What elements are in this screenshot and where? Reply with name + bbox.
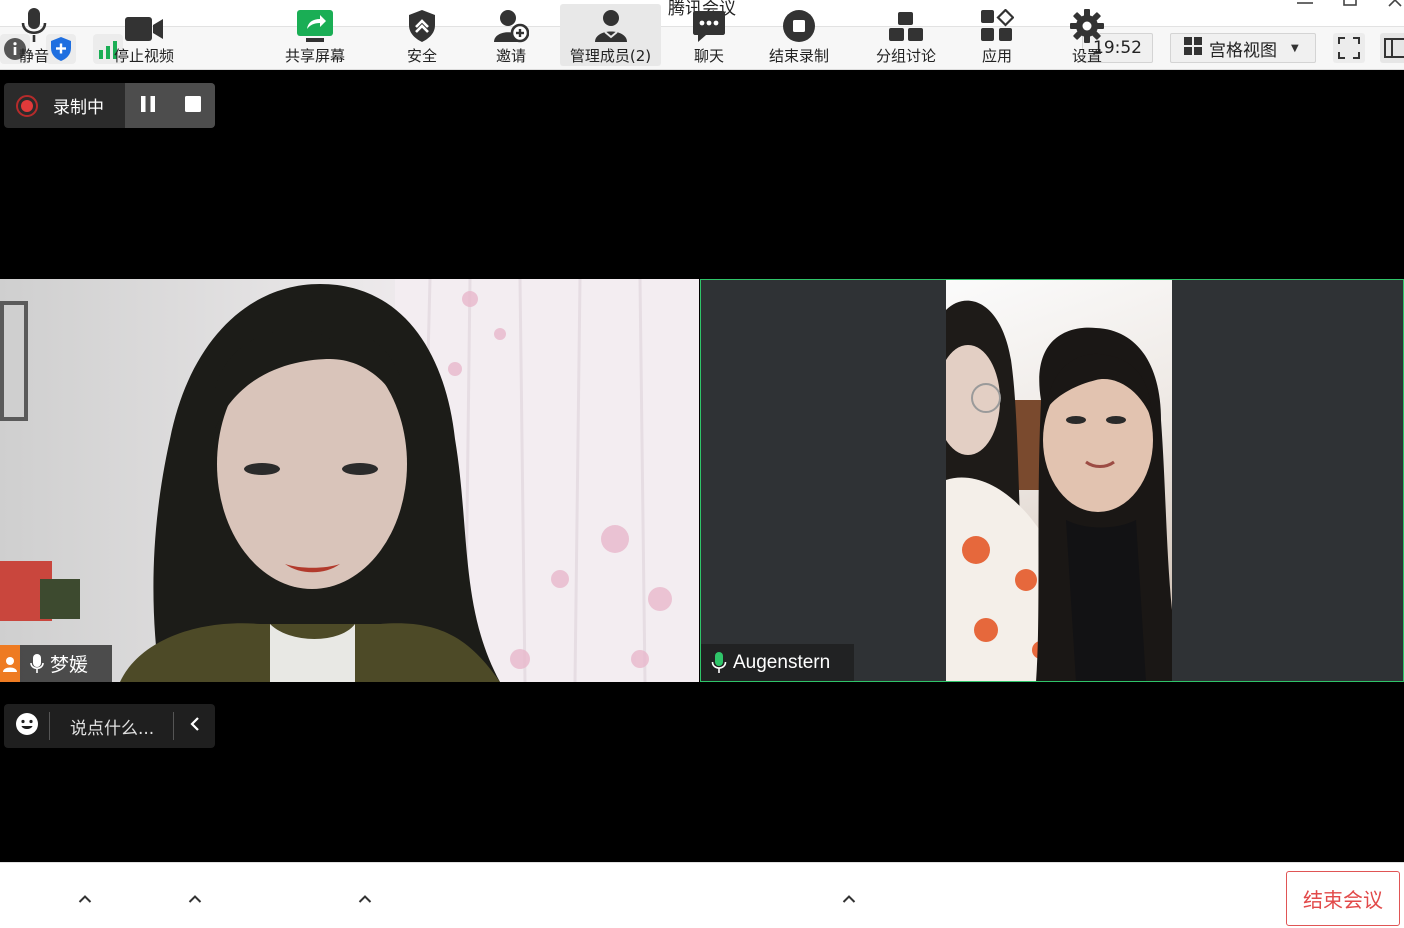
microphone-on-icon xyxy=(711,651,727,674)
chevron-up-icon xyxy=(78,889,92,908)
invite-user-icon xyxy=(493,4,529,43)
participant-nametag-host: 梦媛 xyxy=(0,645,113,682)
video-tile-participant[interactable]: Augenstern xyxy=(700,279,1404,682)
chevron-up-icon xyxy=(842,889,856,908)
chevron-up-icon xyxy=(358,889,372,908)
participant-nametag: Augenstern xyxy=(701,644,855,681)
end-recording-label: 结束录制 xyxy=(768,47,829,65)
mute-label: 静音 xyxy=(18,47,49,65)
settings-gear-icon xyxy=(1070,4,1104,43)
close-icon[interactable] xyxy=(1380,0,1404,15)
manage-members-label: 管理成员(2) xyxy=(569,47,652,65)
settings-button[interactable]: 设置 xyxy=(1062,4,1112,66)
pause-recording-button[interactable] xyxy=(134,92,162,120)
security-button[interactable]: 安全 xyxy=(398,4,446,66)
participant-video-feed xyxy=(0,279,699,682)
apps-icon xyxy=(980,4,1014,43)
breakout-rooms-label: 分组讨论 xyxy=(875,47,936,65)
video-camera-icon xyxy=(124,4,164,43)
security-shield-icon xyxy=(407,4,437,43)
members-icon xyxy=(593,4,629,43)
side-panel-icon[interactable] xyxy=(1380,33,1404,63)
meeting-toolbar xyxy=(0,862,1404,928)
manage-members-button[interactable]: 管理成员(2) xyxy=(560,4,661,66)
meeting-window: 腾讯会议 19:52 宫格视图 ▼ 录制中 梦媛 Augenstern 说点什么… xyxy=(0,0,1404,928)
security-label: 安全 xyxy=(406,47,437,65)
end-meeting-button[interactable]: 结束会议 xyxy=(1286,871,1400,926)
microphone-icon xyxy=(20,4,48,43)
participant-name: Augenstern xyxy=(733,651,831,673)
mute-button[interactable]: 静音 xyxy=(6,4,62,66)
collapse-chat-button[interactable] xyxy=(173,712,215,740)
stop-video-label: 停止视频 xyxy=(113,47,174,65)
stop-record-icon xyxy=(782,4,816,43)
emoji-button[interactable] xyxy=(4,712,50,740)
fullscreen-icon[interactable] xyxy=(1333,33,1365,63)
chat-label: 聊天 xyxy=(693,47,724,65)
end-recording-button[interactable]: 结束录制 xyxy=(763,4,835,66)
apps-label: 应用 xyxy=(981,47,1012,65)
host-badge-icon xyxy=(0,645,20,682)
chevron-up-icon xyxy=(188,889,202,908)
pause-icon xyxy=(138,94,158,118)
breakout-rooms-icon xyxy=(888,4,924,43)
view-mode-dropdown[interactable]: 宫格视图 ▼ xyxy=(1170,33,1316,63)
recording-dot-icon xyxy=(16,94,38,117)
breakout-rooms-button[interactable]: 分组讨论 xyxy=(870,4,942,66)
settings-label: 设置 xyxy=(1071,47,1102,65)
share-screen-icon xyxy=(296,4,334,43)
participant-name: 梦媛 xyxy=(50,654,89,676)
emoji-icon xyxy=(15,712,39,740)
quick-chat-input[interactable]: 说点什么... xyxy=(50,714,173,739)
recording-status: 录制中 xyxy=(4,83,125,128)
recording-options-button[interactable] xyxy=(839,888,859,908)
apps-button[interactable]: 应用 xyxy=(972,4,1022,66)
share-screen-label: 共享屏幕 xyxy=(284,47,345,65)
view-mode-label: 宫格视图 xyxy=(1209,40,1277,61)
recording-indicator: 录制中 xyxy=(4,83,215,128)
chat-icon xyxy=(692,4,726,43)
share-options-button[interactable] xyxy=(355,888,375,908)
stop-video-button[interactable]: 停止视频 xyxy=(106,4,182,66)
microphone-on-icon xyxy=(30,653,44,674)
stop-recording-button[interactable] xyxy=(179,92,207,120)
invite-label: 邀请 xyxy=(495,47,526,65)
quick-chat-bar: 说点什么... xyxy=(4,704,215,748)
chevron-down-icon: ▼ xyxy=(1291,42,1299,54)
chat-button[interactable]: 聊天 xyxy=(684,4,734,66)
video-options-button[interactable] xyxy=(185,888,205,908)
video-tile-host[interactable]: 梦媛 xyxy=(0,279,699,682)
participant-video-feed xyxy=(946,280,1172,681)
grid-icon xyxy=(1183,36,1203,61)
recording-label: 录制中 xyxy=(53,98,104,118)
audio-options-button[interactable] xyxy=(75,888,95,908)
minimize-icon[interactable] xyxy=(1290,0,1320,15)
maximize-icon[interactable] xyxy=(1335,0,1365,15)
stop-icon xyxy=(183,94,203,118)
invite-button[interactable]: 邀请 xyxy=(486,4,536,66)
share-screen-button[interactable]: 共享屏幕 xyxy=(278,4,352,66)
chevron-left-icon xyxy=(189,716,201,736)
